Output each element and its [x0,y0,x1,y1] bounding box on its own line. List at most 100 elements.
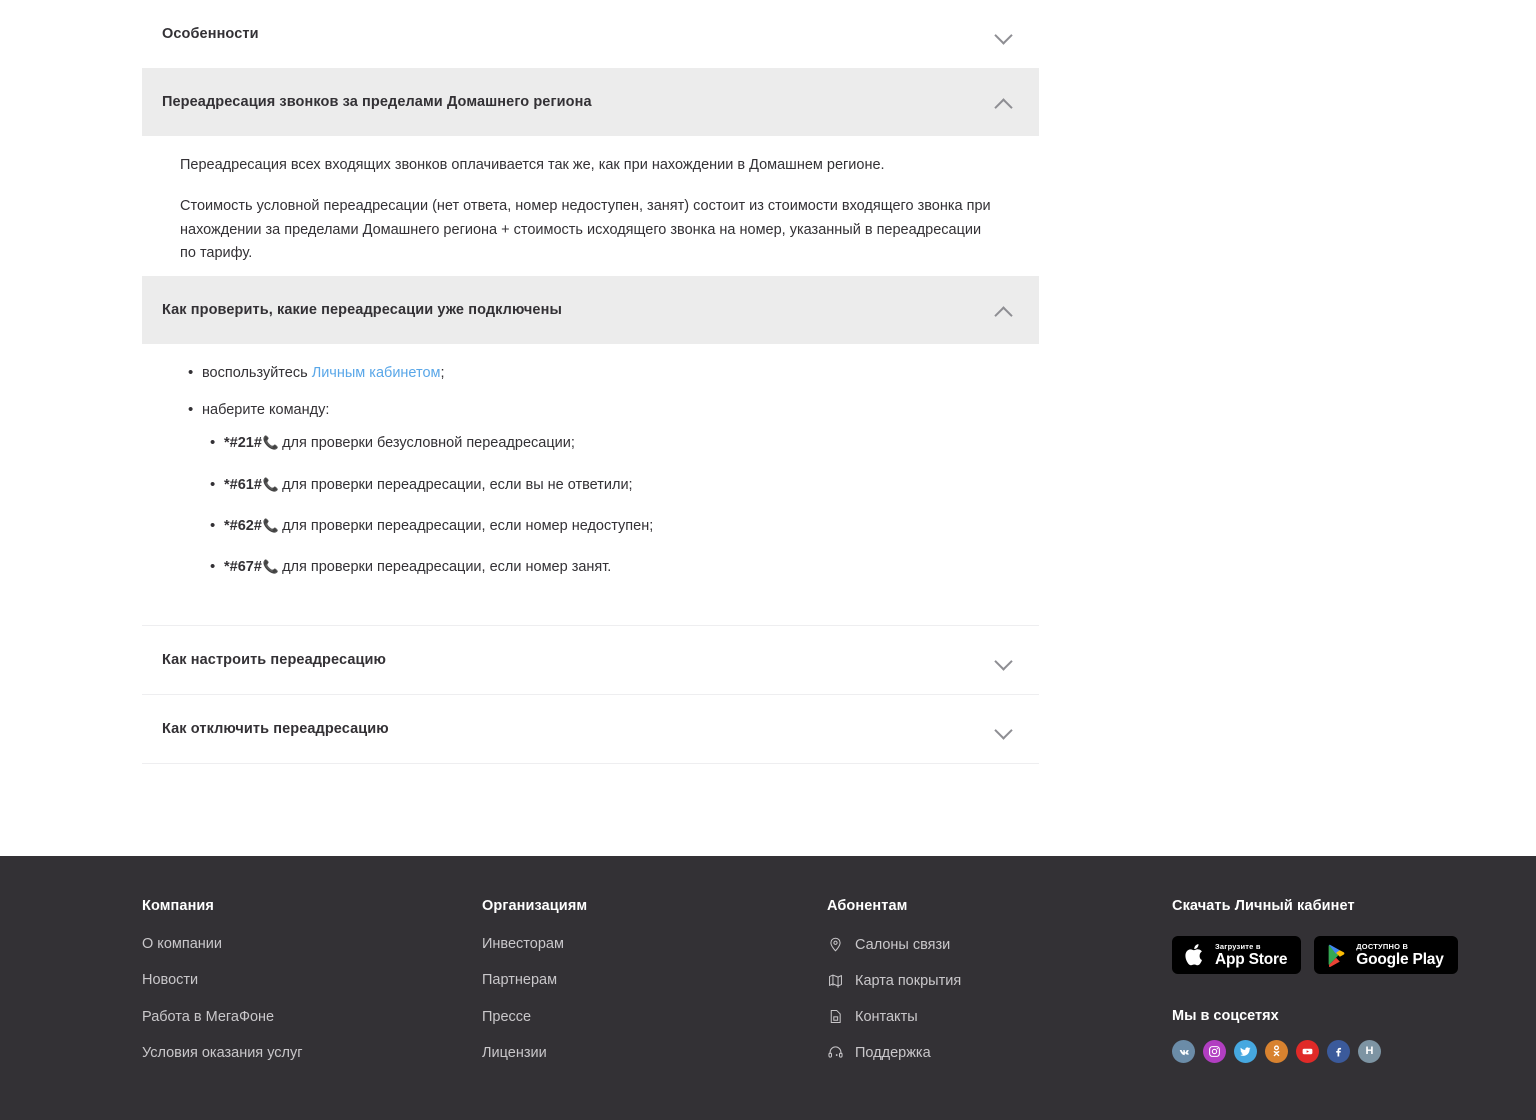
dial-command-label: наберите команду: [202,402,330,419]
accordion-panel-forwarding-outside-region: Переадресация всех входящих звонков опла… [142,136,1039,276]
facebook-icon[interactable] [1327,1040,1350,1064]
accordion-header-disable-forwarding[interactable]: Как отключить переадресацию [142,695,1039,764]
phone-icon: 📞 [262,476,280,492]
phone-icon: 📞 [262,558,280,574]
site-footer: Компания О компании Новости Работа в Мег… [0,856,1536,1120]
ussd-code: *#67# [224,558,262,575]
ok-glyph [1273,1045,1280,1057]
footer-link-about[interactable]: О компании [142,936,482,953]
google-play-icon [1328,944,1345,968]
map-pin-icon [830,937,841,952]
habr-letter: H [1365,1045,1374,1058]
list-item: *#62#📞для проверки переадресации, если н… [210,514,1015,538]
footer-link-contacts[interactable]: Контакты [827,1008,1172,1025]
footer-link-support[interactable]: Поддержка [827,1044,1172,1061]
accordion-header-setup-forwarding[interactable]: Как настроить переадресацию [142,626,1039,695]
accordion-item-setup-forwarding: Как настроить переадресацию [142,626,1039,695]
accordion-title: Как отключить переадресацию [162,720,389,737]
list-item: наберите команду: *#21#📞для проверки без… [188,398,1015,579]
divider [142,763,1039,765]
headset-icon [828,1046,843,1058]
ussd-description: для проверки переадресации, если номер н… [282,517,654,534]
youtube-glyph [1302,1048,1313,1055]
google-play-title: Google Play [1356,951,1444,969]
accordion-title: Как настроить переадресацию [162,651,386,668]
google-play-badge[interactable]: ДОСТУПНО В Google Play [1314,936,1458,975]
check-methods-list: воспользуйтесь Личным кабинетом; наберит… [180,361,1015,579]
download-heading: Скачать Личный кабинет [1172,898,1355,915]
footer-link-stores[interactable]: Салоны связи [827,936,1172,953]
app-store-title: App Store [1215,951,1288,969]
accordion-item-forwarding-outside-region: Переадресация звонков за пределами Домаш… [142,68,1039,276]
footer-link-coverage-map[interactable]: Карта покрытия [827,972,1172,989]
footer-link-press[interactable]: Прессе [482,1009,827,1026]
list-item: воспользуйтесь Личным кабинетом; [188,361,1015,385]
accordion-item-disable-forwarding: Как отключить переадресацию [142,695,1039,764]
accordion-title: Переадресация звонков за пределами Домаш… [162,93,592,110]
lk-prefix-text: воспользуйтесь [202,364,312,381]
footer-column-download: Скачать Личный кабинет Загрузите в App S… [1172,898,1502,1080]
paragraph-forwarding-cost: Переадресация всех входящих звонков опла… [180,157,885,173]
list-item: *#61#📞для проверки переадресации, если в… [210,472,1015,496]
ussd-description: для проверки переадресации, если вы не о… [282,476,633,493]
footer-link-label: Контакты [855,1008,918,1025]
footer-heading: Компания [142,898,214,915]
accordion-header-features[interactable]: Особенности [142,0,1039,68]
app-store-subtitle: Загрузите в [1215,941,1261,951]
app-store-badge[interactable]: Загрузите в App Store [1172,936,1302,975]
accordion-header-forwarding-outside-region[interactable]: Переадресация звонков за пределами Домаш… [142,68,1039,136]
ussd-code: *#61# [224,476,262,493]
footer-heading: Организациям [482,898,588,915]
sim-card-icon [830,1010,841,1024]
accordion-header-check-forwarding[interactable]: Как проверить, какие переадресации уже п… [142,275,1039,344]
chevron-down-icon[interactable] [993,649,1015,671]
apple-icon [1185,944,1202,966]
instagram-glyph [1209,1046,1220,1057]
vk-icon[interactable] [1172,1040,1195,1064]
personal-account-link[interactable]: Личным кабинетом [312,365,441,381]
app-badges: Загрузите в App Store ДОСТУПНО В Google … [1172,936,1502,975]
footer-column-organizations: Организациям Инвесторам Партнерам Прессе… [482,898,827,1080]
page-root: Особенности Переадресация звонков за пре… [0,0,1536,1120]
footer-link-label: Салоны связи [855,936,951,953]
footer-column-subscribers: Абонентам Салоны связи Карта покрытия Ко… [827,898,1172,1080]
ussd-code: *#21# [224,435,262,452]
chevron-down-icon[interactable] [993,23,1015,45]
footer-link-label: Карта покрытия [855,972,962,989]
accordion-panel-check-forwarding: воспользуйтесь Личным кабинетом; наберит… [142,344,1039,625]
paragraph-conditional-forwarding-cost: Стоимость условной переадресации (нет от… [180,198,991,262]
footer-link-investors[interactable]: Инвесторам [482,936,827,953]
twitter-glyph [1239,1047,1251,1056]
footer-link-terms[interactable]: Условия оказания услуг [142,1045,482,1062]
footer-link-partners[interactable]: Партнерам [482,972,827,989]
odnoklassniki-icon[interactable] [1265,1040,1288,1064]
accordion-item-check-forwarding: Как проверить, какие переадресации уже п… [142,275,1039,625]
footer-link-licenses[interactable]: Лицензии [482,1045,827,1062]
footer-column-company: Компания О компании Новости Работа в Мег… [142,898,482,1080]
chevron-down-icon[interactable] [993,718,1015,740]
vk-glyph [1179,1049,1189,1055]
youtube-icon[interactable] [1296,1040,1319,1064]
footer-heading: Абонентам [827,898,908,915]
facebook-glyph [1336,1047,1342,1057]
ussd-description: для проверки безусловной переадресации; [282,435,575,452]
twitter-icon[interactable] [1234,1040,1257,1064]
faq-accordion: Особенности Переадресация звонков за пре… [142,0,1039,765]
phone-icon: 📞 [262,435,280,451]
phone-icon: 📞 [262,517,280,533]
instagram-icon[interactable] [1203,1040,1226,1064]
accordion-title: Особенности [162,25,259,42]
list-item: *#21#📞для проверки безусловной переадрес… [210,431,1015,455]
lk-suffix-text: ; [440,364,445,381]
chevron-up-icon[interactable] [993,299,1015,321]
chevron-up-icon[interactable] [993,91,1015,113]
footer-link-label: Поддержка [855,1044,931,1061]
accordion-item-features: Особенности [142,0,1039,68]
socials-heading: Мы в соцсетях [1172,1008,1279,1025]
ussd-description: для проверки переадресации, если номер з… [282,558,612,575]
footer-link-careers[interactable]: Работа в МегаФоне [142,1009,482,1026]
habr-icon[interactable]: H [1358,1040,1381,1064]
accordion-title: Как проверить, какие переадресации уже п… [162,301,562,318]
footer-link-news[interactable]: Новости [142,972,482,989]
list-item: *#67#📞для проверки переадресации, если н… [210,555,1015,579]
